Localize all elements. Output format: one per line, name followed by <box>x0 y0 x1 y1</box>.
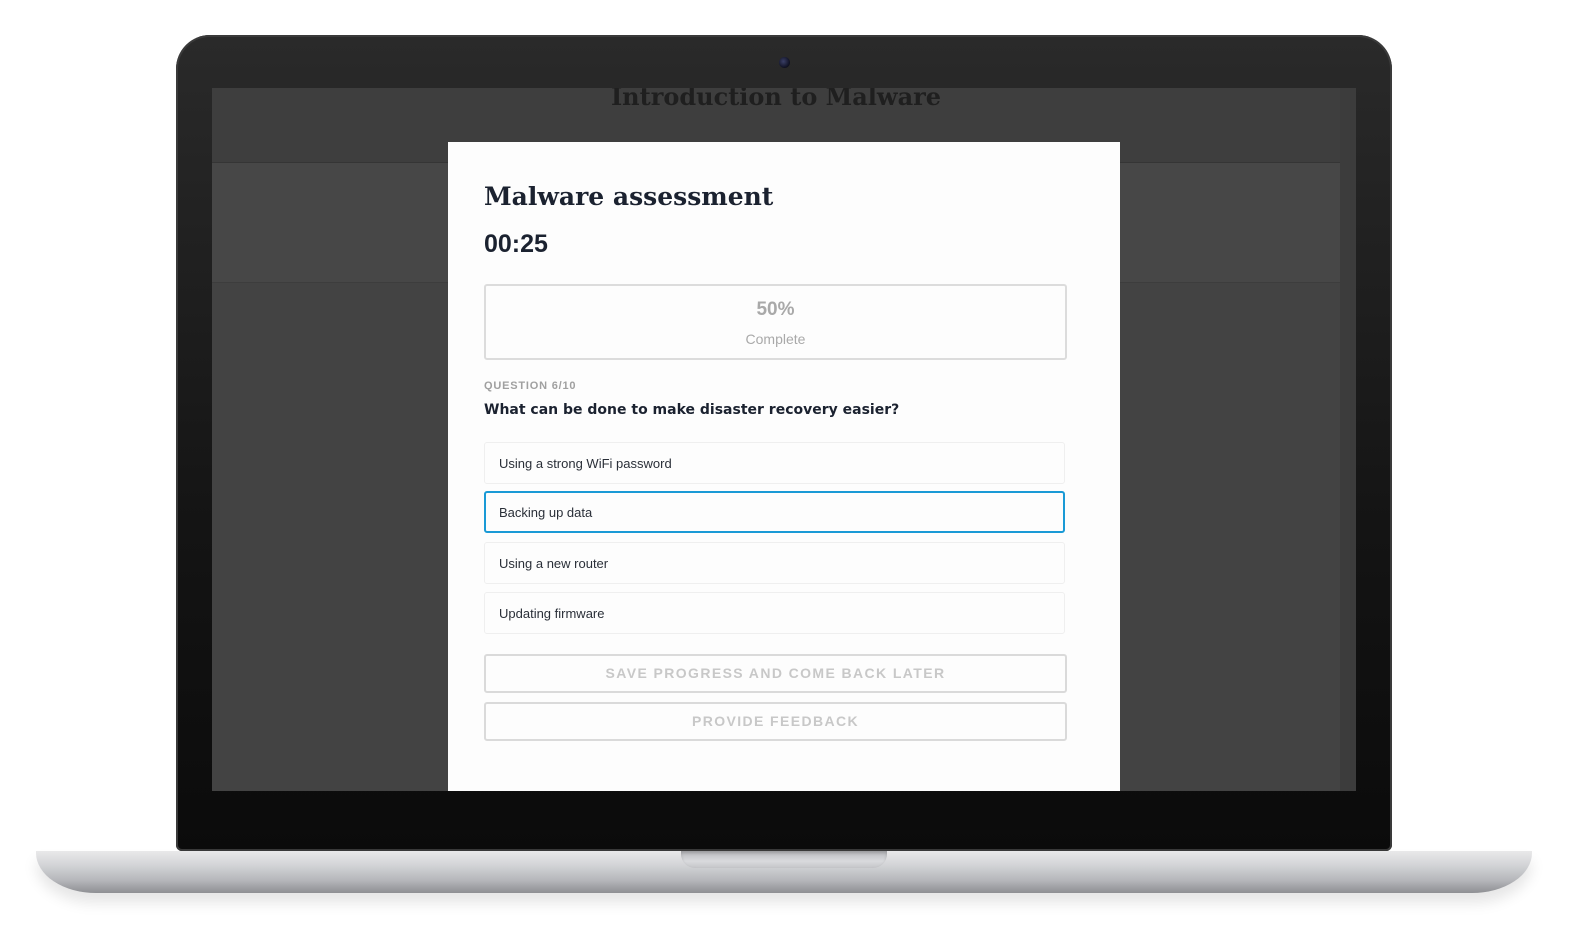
camera-icon <box>779 57 790 68</box>
modal-title: Malware assessment <box>484 182 774 211</box>
laptop-notch <box>681 851 887 868</box>
answer-option-4[interactable]: Updating firmware <box>484 592 1065 634</box>
screen: Introduction to Malware Malware assessme… <box>212 88 1356 791</box>
question-number: QUESTION 6/10 <box>484 380 577 392</box>
question-text: What can be done to make disaster recove… <box>484 402 900 418</box>
answer-option-1[interactable]: Using a strong WiFi password <box>484 442 1065 484</box>
provide-feedback-button[interactable]: PROVIDE FEEDBACK <box>484 702 1067 741</box>
answer-option-label: Using a strong WiFi password <box>499 456 672 471</box>
course-title: Introduction to Malware <box>610 88 942 111</box>
answer-option-2-selected[interactable]: Backing up data <box>484 491 1065 533</box>
answer-option-label: Using a new router <box>499 556 609 571</box>
answer-option-label: Backing up data <box>499 505 593 520</box>
save-progress-button[interactable]: SAVE PROGRESS AND COME BACK LATER <box>484 654 1067 693</box>
answer-option-label: Updating firmware <box>499 606 605 621</box>
progress-box: 50% Complete <box>484 284 1067 360</box>
assessment-modal: Malware assessment 00:25 50% Complete QU… <box>448 142 1120 791</box>
laptop-frame: Introduction to Malware Malware assessme… <box>0 0 1576 936</box>
answer-option-3[interactable]: Using a new router <box>484 542 1065 584</box>
timer: 00:25 <box>484 230 548 258</box>
scrollbar-track[interactable] <box>1340 88 1356 791</box>
progress-label: Complete <box>745 331 806 347</box>
progress-percent: 50% <box>756 299 795 320</box>
